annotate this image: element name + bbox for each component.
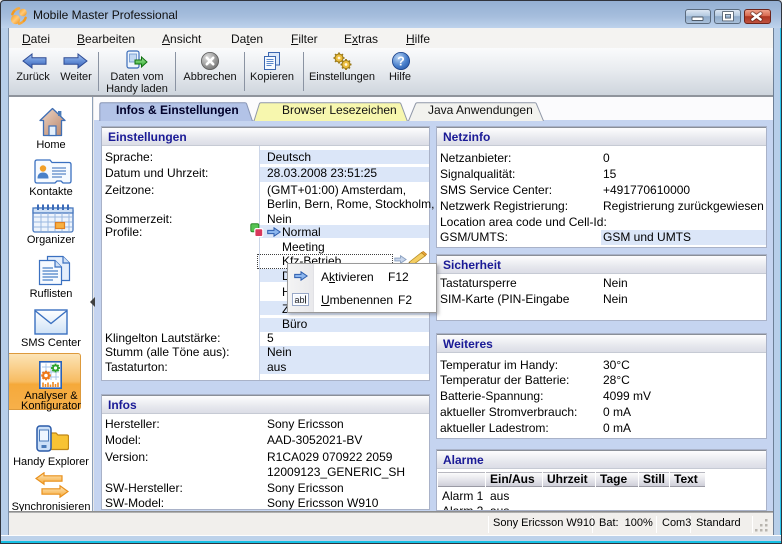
svg-text:?: ? [397, 55, 405, 69]
svg-text:Infos & Einstellungen: Infos & Einstellungen [116, 103, 239, 117]
svg-text:Browser Lesezeichen: Browser Lesezeichen [282, 103, 397, 117]
svg-text:ab: ab [295, 295, 305, 305]
svg-text:Java Anwendungen: Java Anwendungen [428, 103, 533, 117]
